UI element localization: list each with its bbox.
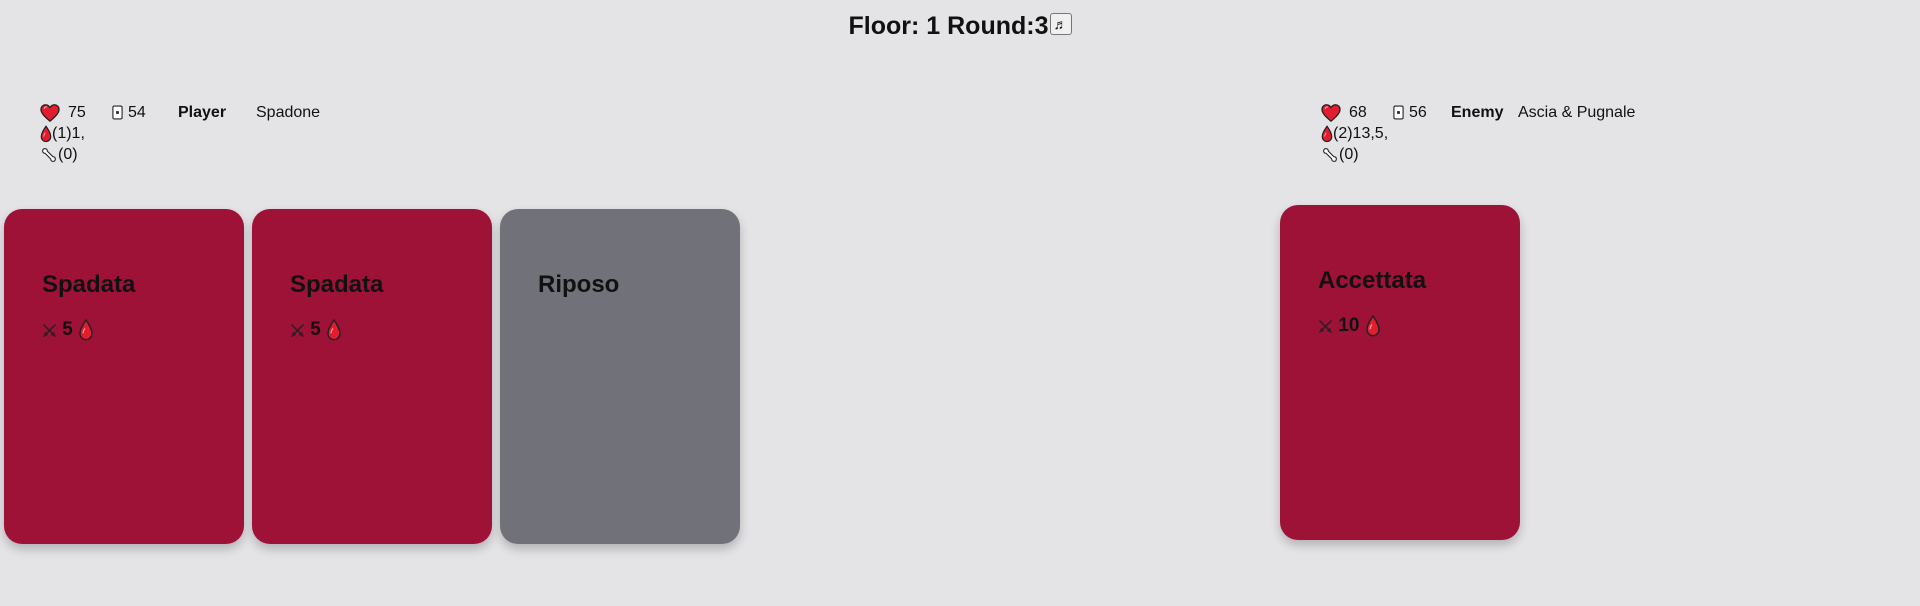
round-value: 3 — [1034, 12, 1049, 40]
card-title: Spadata — [42, 271, 136, 298]
card-deck-icon — [1393, 105, 1404, 120]
player-hp: 75 — [68, 104, 86, 121]
player-stats: 75 54 Player Spadone (1)1, (0) — [40, 102, 320, 165]
blood-drop-icon — [78, 319, 94, 341]
floor-label: Floor: — [848, 12, 920, 40]
blood-drop-icon — [40, 125, 52, 143]
card-damage-value: 10 — [1338, 315, 1360, 336]
enemy-deck-count: 56 — [1409, 104, 1427, 121]
player-card-spadata-2[interactable]: Spadata 5 — [252, 209, 492, 544]
round-label: Round: — [947, 12, 1035, 40]
card-damage-value: 5 — [62, 319, 73, 340]
player-bone-stacks: (0) — [58, 146, 78, 163]
player-card-riposo[interactable]: Riposo — [500, 209, 740, 544]
music-toggle-button[interactable]: ♬ — [1049, 13, 1072, 36]
player-weapon: Spadone — [256, 104, 321, 121]
enemy-card-accettata: Accettata 10 — [1280, 205, 1520, 540]
card-damage: 5 — [42, 319, 94, 341]
blood-drop-icon — [1365, 315, 1381, 337]
blood-drop-icon — [326, 319, 342, 341]
player-deck-count: 54 — [128, 104, 146, 121]
bone-icon — [40, 146, 58, 164]
card-damage: 5 — [290, 319, 342, 341]
bone-icon — [1321, 146, 1339, 164]
player-bleed-stacks: (1)1, — [52, 125, 85, 142]
card-title: Riposo — [538, 271, 620, 298]
card-damage: 10 — [1318, 315, 1381, 337]
enemy-name: Enemy — [1451, 104, 1504, 121]
player-card-spadata-1[interactable]: Spadata 5 — [4, 209, 244, 544]
card-deck-icon — [112, 105, 123, 120]
enemy-stats: 68 56 Enemy Ascia & Pugnale (2)13,5, (0) — [1321, 102, 1635, 165]
crossed-swords-icon — [42, 323, 57, 338]
card-title: Accettata — [1318, 267, 1427, 294]
floor-round-header: Floor: 1 Round:3 ♬ — [0, 12, 1920, 41]
crossed-swords-icon — [1318, 319, 1333, 334]
blood-drop-icon — [1321, 125, 1333, 143]
player-name: Player — [178, 104, 227, 121]
enemy-hp: 68 — [1349, 104, 1367, 121]
enemy-weapon: Ascia & Pugnale — [1518, 104, 1636, 121]
heart-icon — [40, 104, 60, 122]
card-title: Spadata — [290, 271, 384, 298]
enemy-bleed-stacks: (2)13,5, — [1333, 125, 1389, 142]
crossed-swords-icon — [290, 323, 305, 338]
card-damage-value: 5 — [310, 319, 321, 340]
enemy-bone-stacks: (0) — [1339, 146, 1359, 163]
heart-icon — [1321, 104, 1341, 122]
floor-value: 1 — [926, 12, 941, 40]
